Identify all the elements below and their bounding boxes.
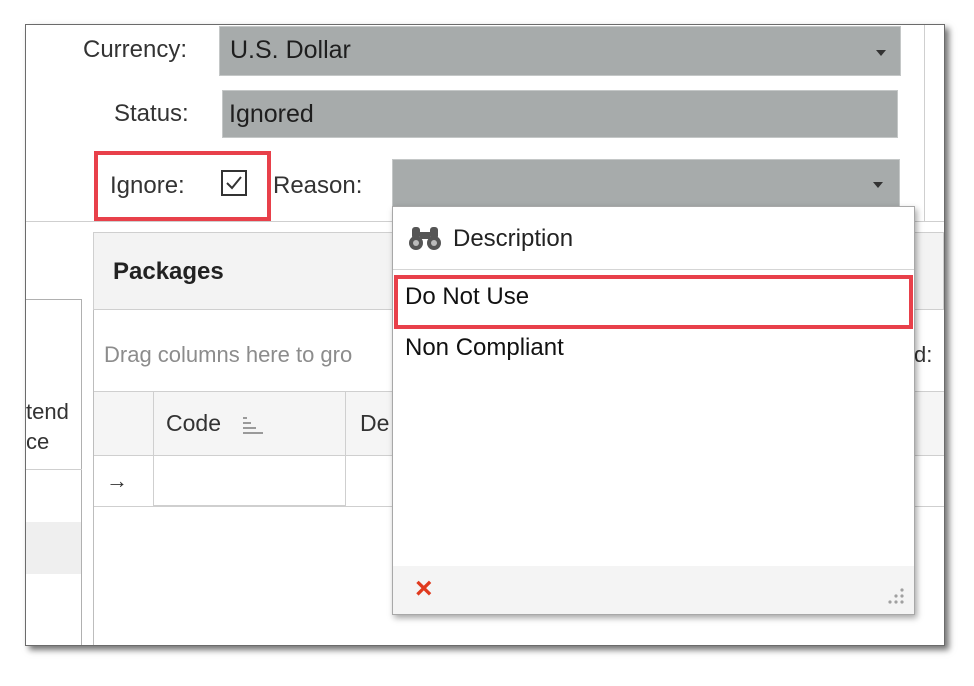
left-grid-header-line1: tend [26, 399, 69, 424]
find-label-partial: d: [914, 342, 933, 367]
left-grid-row-line [26, 469, 82, 470]
sort-ascending-icon[interactable] [242, 415, 266, 437]
resize-grip-icon[interactable] [884, 586, 906, 608]
chevron-down-icon[interactable] [873, 182, 883, 188]
status-label: Status: [114, 100, 189, 127]
status-value: Ignored [229, 100, 314, 128]
column-header-description[interactable]: De [360, 409, 389, 437]
popup-header-divider [393, 269, 914, 270]
packages-title: Packages [113, 258, 224, 285]
option-do-not-use[interactable]: Do Not Use [405, 282, 529, 312]
ignore-label: Ignore: [110, 172, 185, 199]
binoculars-icon [409, 227, 441, 250]
packages-left-border [93, 310, 94, 645]
form-right-border [924, 25, 925, 221]
group-panel-hint: Drag columns here to gro [104, 342, 353, 367]
clear-icon[interactable]: × [415, 572, 433, 606]
description-column-header[interactable]: Description [453, 224, 573, 254]
row-indicator-arrow: → [106, 468, 128, 493]
currency-label: Currency: [83, 36, 188, 63]
reason-label: Reason: [273, 172, 363, 199]
currency-dropdown[interactable]: U.S. Dollar [219, 26, 901, 76]
checkmark-icon [226, 176, 242, 190]
left-grid-top [26, 299, 82, 300]
ignore-checkbox[interactable] [221, 170, 247, 196]
status-field: Ignored [222, 90, 898, 138]
option-non-compliant[interactable]: Non Compliant [405, 333, 564, 363]
chevron-down-icon[interactable] [876, 50, 886, 56]
popup-footer: × [393, 566, 914, 614]
reason-dropdown-popup: Description Do Not Use Non Compliant × [392, 206, 915, 615]
column-header-code[interactable]: Code [166, 409, 221, 437]
new-row-code-cell[interactable] [153, 455, 346, 506]
currency-value: U.S. Dollar [230, 36, 351, 64]
reason-dropdown[interactable] [392, 159, 900, 209]
left-grid-border [81, 299, 82, 645]
left-grid-selected-row[interactable] [26, 522, 81, 574]
left-grid-header-line2: ce [26, 429, 50, 454]
